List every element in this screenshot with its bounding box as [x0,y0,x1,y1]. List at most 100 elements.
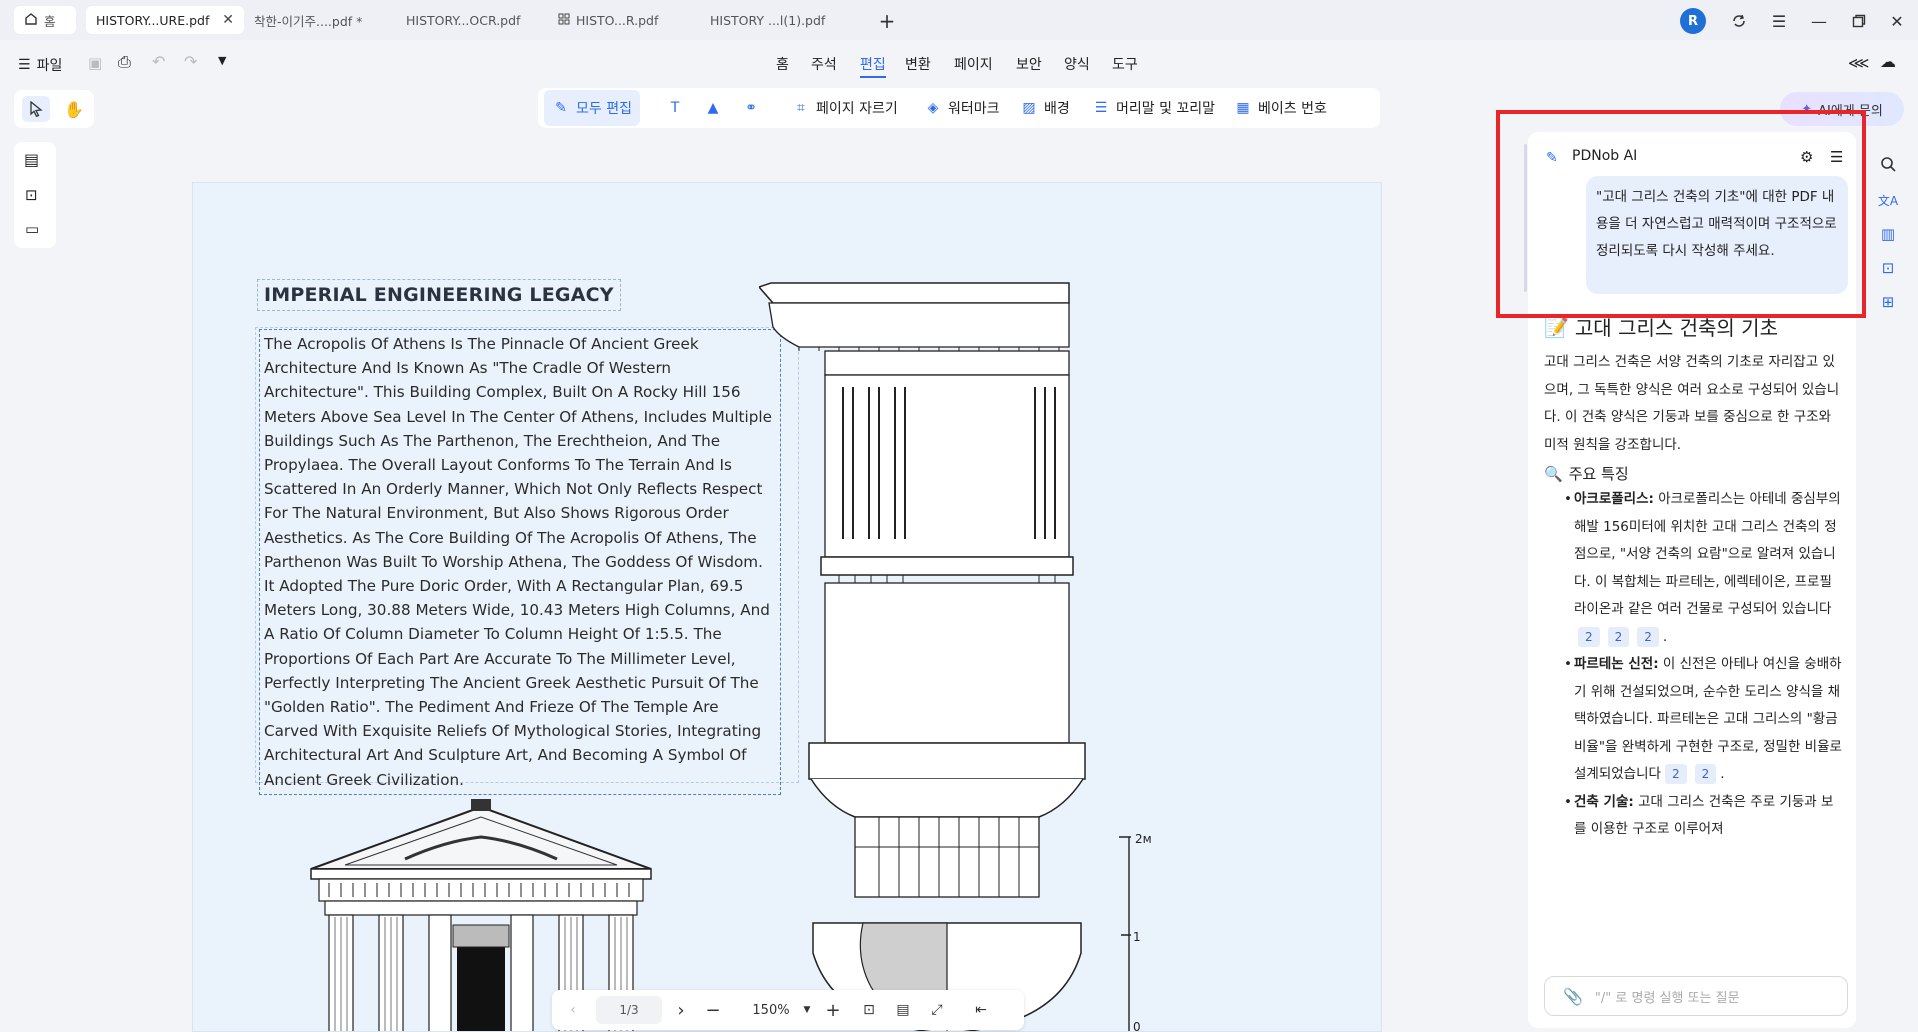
cloud-icon[interactable]: ☁ [1880,52,1896,71]
hamburger-menu-icon[interactable]: ☰ [1766,8,1792,34]
document-body-text[interactable]: The Acropolis Of Athens Is The Pinnacle … [259,329,781,795]
zoom-out-icon[interactable]: − [702,998,724,1022]
tab-label: HISTORY...URE.pdf [96,12,210,28]
background-button[interactable]: ▨ 배경 [1020,89,1070,127]
menu-convert[interactable]: 변환 [905,54,931,74]
tab-history-ocr[interactable]: HISTORY...OCR.pdf [396,6,546,34]
fit-page-icon[interactable]: ⊡ [858,998,880,1022]
scale-label-2m: 2м [1135,832,1152,846]
bookmark-icon[interactable]: ⊡ [25,186,38,204]
attachment-icon[interactable]: 📎 [1563,987,1583,1006]
print-icon[interactable]: ⎙ [118,52,131,72]
citation-ref[interactable]: 2 [1664,764,1687,784]
zoom-dropdown-icon[interactable]: ▼ [800,998,814,1022]
more-dropdown-icon[interactable]: ▼ [218,54,226,67]
page-number-input[interactable]: 1/3 [596,996,662,1024]
pointer-tools: ✋ [14,90,94,128]
add-text-button[interactable]: T [666,89,684,127]
grid-icon [558,13,570,28]
doric-column-drawing: 2м 1 0 [759,282,1152,1031]
tab-label: HISTORY ...l(1).pdf [710,12,826,28]
response-intro: 고대 그리스 건축은 서양 건축의 기초로 자리잡고 있으며, 그 독특한 양식… [1544,354,1840,453]
add-tab-icon[interactable]: + [874,8,900,34]
ai-chat-input[interactable]: 📎 "/" 로 명령 실행 또는 질문 [1544,976,1848,1016]
citation-ref[interactable]: 2 [1607,626,1630,647]
list-item-term: 아크로폴리스: [1574,491,1654,507]
save-icon[interactable]: ▣ [88,54,102,72]
minimize-icon[interactable]: — [1806,8,1832,34]
sync-icon[interactable] [1726,8,1752,34]
menu-form[interactable]: 양식 [1064,54,1090,74]
crop-page-label: 페이지 자르기 [816,101,898,117]
file-menu[interactable]: ☰ 파일 [18,55,62,75]
crop-icon: ⌗ [797,100,805,116]
menu-page[interactable]: 페이지 [954,54,993,74]
next-page-icon[interactable]: › [670,998,692,1022]
collapse-panel-icon[interactable]: ⇤ [970,998,992,1022]
bates-number-label: 베이츠 번호 [1258,101,1327,117]
scan-icon[interactable]: ⊞ [1876,290,1900,314]
header-footer-button[interactable]: ☰ 머리말 및 꼬리말 [1092,89,1215,127]
compare-icon[interactable]: ▥ [1876,222,1900,246]
citation-ref[interactable]: 2 [1578,626,1600,647]
hamburger-icon: ☰ [18,57,31,73]
ocr-icon[interactable]: ⊡ [1876,256,1900,280]
tab-history-l1[interactable]: HISTORY ...l(1).pdf [700,6,850,34]
redo-icon[interactable]: ↷ [184,52,197,71]
memo-icon: 📝 [1544,314,1569,339]
right-rail: 文A ▥ ⊡ ⊞ [1870,142,1906,332]
list-item: 파르테논 신전: 이 신전은 아테나 여신을 숭배하기 위해 건설되었으며, 순… [1544,651,1844,789]
tab-chakhan[interactable]: 착한-이기주....pdf * [244,6,394,34]
single-page-icon[interactable]: ▤ [892,998,914,1022]
title-bar: 홈 HISTORY...URE.pdf ✕ 착한-이기주....pdf * HI… [0,0,1918,40]
list-item-text: 아크로폴리스는 아테네 중심부의 해발 156미터에 위치한 고대 그리스 건축… [1574,491,1841,617]
fullscreen-icon[interactable]: ⤢ [926,998,948,1022]
tab-histo-r[interactable]: HISTO...R.pdf [548,6,698,34]
edit-all-label: 모두 편집 [576,101,632,117]
search-icon[interactable] [1876,152,1900,176]
add-image-button[interactable]: ▲ [704,89,722,127]
citation-ref[interactable]: 2 [1637,626,1659,647]
document-title[interactable]: IMPERIAL ENGINEERING LEGACY [257,279,621,311]
close-icon[interactable]: ✕ [222,12,234,28]
bates-number-button[interactable]: ▦ 베이츠 번호 [1234,89,1327,127]
zoom-in-icon[interactable]: + [822,998,844,1022]
share-icon[interactable]: ⋘ [1848,54,1869,72]
citation-ref[interactable]: 2 [1694,764,1717,784]
menu-edit[interactable]: 편집 [860,54,886,78]
thumbnail-icon[interactable]: ▤ [24,150,39,169]
header-footer-label: 머리말 및 꼬리말 [1116,101,1216,117]
background-label: 배경 [1044,101,1070,117]
menu-tools[interactable]: 도구 [1112,54,1138,74]
menu-annotate[interactable]: 주석 [811,54,837,74]
section-heading: 🔍 주요 특징 [1544,463,1844,484]
menu-security[interactable]: 보안 [1016,54,1042,74]
page-navigation-bar: ‹ 1/3 › − 150% ▼ + ⊡ ▤ ⤢ ⇤ [552,990,1024,1030]
undo-icon[interactable]: ↶ [152,52,165,71]
ai-response: 📝 고대 그리스 건축의 기초 고대 그리스 건축은 서양 건축의 기초로 자리… [1544,312,1844,968]
watermark-button[interactable]: ◈ 워터마크 [924,89,1000,127]
close-window-icon[interactable]: ✕ [1884,8,1910,34]
tab-label: 착한-이기주....pdf * [254,13,363,29]
home-icon [24,12,38,29]
restore-icon[interactable] [1846,8,1872,34]
section-heading-text: 주요 특징 [1568,465,1629,483]
tab-home[interactable]: 홈 [14,6,76,34]
prev-page-icon[interactable]: ‹ [562,998,584,1022]
zoom-level[interactable]: 150% [742,998,800,1022]
hand-icon[interactable]: ✋ [60,96,88,122]
edit-all-button[interactable]: ✎ 모두 편집 [544,90,640,126]
crop-page-button[interactable]: ⌗ 페이지 자르기 [792,89,898,127]
add-link-button[interactable]: ⚭ [742,89,760,127]
tab-history-ure[interactable]: HISTORY...URE.pdf ✕ [86,6,244,34]
comment-icon[interactable]: ▭ [25,220,39,238]
menu-bar: ☰ 파일 ▣ ⎙ ↶ ↷ ▼ 홈 주석 편집 변환 페이지 보안 양식 도구 ⋘… [0,40,1918,90]
list-item-term: 파르테논 신전: [1574,656,1659,672]
translate-icon[interactable]: 文A [1876,188,1900,212]
select-cursor-icon[interactable] [22,96,50,122]
edit-toolbar: ✎ 모두 편집 T ▲ ⚭ ⌗ 페이지 자르기 ◈ 워터마크 ▨ 배경 ☰ 머리… [538,88,1380,128]
tab-label: HISTORY...OCR.pdf [406,12,521,28]
avatar[interactable]: R [1680,8,1706,34]
watermark-label: 워터마크 [948,101,1000,117]
menu-home[interactable]: 홈 [776,54,789,74]
